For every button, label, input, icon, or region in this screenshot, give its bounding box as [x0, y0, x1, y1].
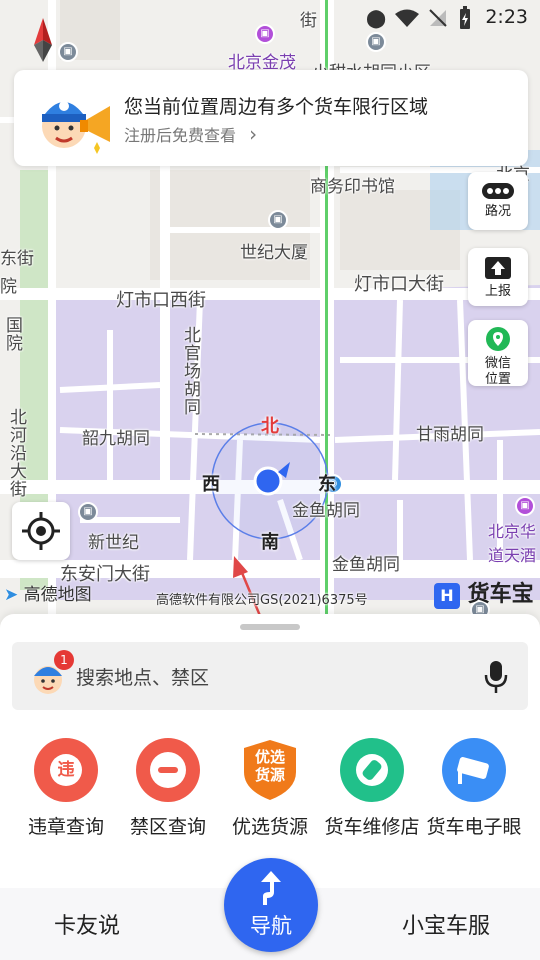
map-label: 北官场胡同	[180, 326, 200, 416]
service-violation-query[interactable]: 违 违章查询	[12, 738, 120, 839]
map-label: 灯市口大街	[354, 274, 444, 295]
status-bar: ⬤ 2:23	[0, 0, 540, 36]
status-time: 2:23	[485, 6, 528, 28]
violation-icon: 违	[34, 738, 98, 802]
brand-logo: H 货车宝	[434, 576, 534, 609]
poi-building-icon[interactable]: ▣	[58, 42, 78, 62]
traffic-button[interactable]: 路况	[468, 172, 528, 230]
report-button[interactable]: 上报	[468, 248, 528, 306]
microphone-icon[interactable]	[484, 660, 508, 694]
camera-icon	[442, 738, 506, 802]
service-truck-repair-shop[interactable]: 货车维修店	[318, 738, 426, 839]
navigation-arrow-icon	[261, 871, 281, 905]
compass-south: 南	[261, 532, 279, 553]
compass-east: 东	[318, 474, 336, 495]
map-label: 新世纪	[88, 533, 139, 553]
traffic-label: 路况	[484, 204, 511, 219]
map-label: 商务印书馆	[310, 177, 395, 197]
navigation-label: 导航	[250, 914, 292, 938]
chevron-right-icon: ›	[249, 122, 258, 146]
search-bar[interactable]: 1 搜索地点、禁区	[12, 642, 528, 710]
map-label: 世纪大厦	[240, 243, 308, 263]
wifi-icon	[395, 9, 419, 27]
map-attribution: 高德软件有限公司GS(2021)6375号	[156, 593, 368, 608]
banner-title: 您当前位置周边有多个货车限行区域	[124, 96, 429, 118]
wrench-icon	[340, 738, 404, 802]
mascot-megaphone-icon	[42, 101, 110, 154]
no-signal-icon	[429, 9, 447, 27]
brand-logo-icon: H	[434, 583, 460, 609]
upload-icon	[485, 257, 511, 279]
map-label: 北河沿大街	[6, 408, 26, 498]
restriction-banner[interactable]: 您当前位置周边有多个货车限行区域 注册后免费查看 ›	[14, 70, 528, 166]
preferred-cargo-icon: 优选货源	[238, 738, 302, 802]
map-label: 院	[0, 277, 17, 297]
search-placeholder[interactable]: 搜索地点、禁区	[76, 663, 209, 690]
map-label: 灯市口西街	[116, 290, 206, 311]
map-label: 北京华道天酒	[488, 522, 537, 565]
tab-truck-friends[interactable]: 卡友说	[54, 908, 120, 940]
map-label: 甘雨胡同	[416, 425, 484, 445]
poi-hotel-icon[interactable]: ▣	[515, 496, 535, 516]
wechat-location-label: 微信位置	[484, 356, 511, 387]
service-restricted-zone-query[interactable]: 禁区查询	[114, 738, 222, 839]
wechat-location-icon	[486, 327, 510, 351]
compass-north: 北	[261, 416, 279, 437]
map-label: 韶九胡同	[82, 429, 150, 449]
banner-subtitle[interactable]: 注册后免费查看 ›	[124, 122, 257, 146]
map-label: 东街	[0, 249, 34, 269]
tab-car-service[interactable]: 小宝车服	[402, 908, 490, 940]
service-preferred-cargo[interactable]: 优选货源 优选货源	[216, 738, 324, 839]
restricted-zone-icon	[136, 738, 200, 802]
compass-west: 西	[202, 474, 220, 495]
report-label: 上报	[484, 284, 511, 299]
traffic-icon	[482, 183, 514, 199]
battery-icon	[460, 6, 470, 29]
map-label: 国院	[2, 316, 22, 352]
service-truck-camera[interactable]: 货车电子眼	[420, 738, 528, 839]
poi-building-icon[interactable]: ▣	[268, 210, 288, 230]
amap-logo: ➤ 高德地图	[4, 585, 92, 605]
poi-building-icon[interactable]: ▣	[78, 502, 98, 522]
notification-badge: 1	[54, 650, 74, 670]
map-label: 金鱼胡同	[292, 501, 360, 521]
locate-button[interactable]	[12, 502, 70, 560]
location-icon: ⬤	[366, 8, 387, 29]
navigation-button[interactable]: 导航	[224, 858, 318, 952]
crosshair-icon	[22, 512, 60, 550]
amap-arrow-icon: ➤	[4, 585, 19, 605]
wechat-location-button[interactable]: 微信位置	[468, 320, 528, 387]
drag-handle[interactable]	[240, 624, 300, 630]
map-label: 金鱼胡同	[332, 555, 400, 575]
